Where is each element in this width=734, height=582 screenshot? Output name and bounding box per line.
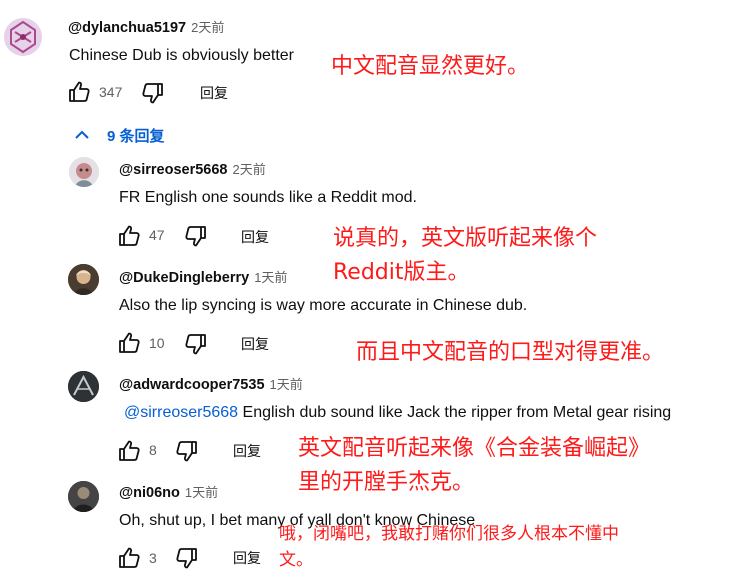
annotation-line: 文。: [279, 550, 313, 570]
comment-time[interactable]: 1天前: [185, 485, 218, 500]
comment-author[interactable]: @adwardcooper7535 1天前: [119, 374, 303, 393]
author-handle[interactable]: @sirreoser5668: [119, 162, 227, 178]
like-count: 3: [149, 550, 157, 566]
annotation-translation: 哦，闭嘴吧，我敢打赌你们很多人根本不懂中 文。: [279, 521, 619, 573]
author-handle[interactable]: @dylanchua5197: [68, 20, 186, 36]
thumbs-down-icon[interactable]: [141, 81, 165, 105]
avatar-pattern-icon: [4, 18, 42, 56]
thumbs-down-icon[interactable]: [184, 332, 208, 356]
thumbs-up-icon[interactable]: [117, 439, 141, 463]
annotation-translation: 而且中文配音的口型对得更准。: [356, 340, 665, 365]
thumbs-up-icon[interactable]: [117, 224, 141, 248]
replies-toggle-label[interactable]: 9 条回复: [107, 125, 165, 146]
author-handle[interactable]: @DukeDingleberry: [119, 270, 249, 286]
comment-time[interactable]: 1天前: [254, 270, 287, 285]
thumbs-down-icon[interactable]: [175, 546, 199, 570]
reply-button[interactable]: 回复: [241, 334, 269, 354]
mention-link[interactable]: @sirreoser5668: [124, 404, 238, 421]
thumbs-up-icon[interactable]: [117, 331, 141, 355]
author-handle[interactable]: @adwardcooper7535: [119, 377, 265, 393]
like-count: 347: [99, 84, 123, 100]
annotation-line: 里的开膛手杰克。: [298, 470, 475, 495]
comment-text: FR English one sounds like a Reddit mod.: [119, 189, 417, 206]
like-count: 47: [149, 227, 165, 243]
comment-author[interactable]: @sirreoser5668 2天前: [119, 159, 266, 178]
comment-body: English dub sound like Jack the ripper f…: [238, 404, 672, 421]
annotation-line: 说真的，英文版听起来像个: [333, 226, 598, 251]
chevron-up-icon: [75, 130, 89, 139]
thumbs-down-icon[interactable]: [184, 224, 208, 248]
reply-button[interactable]: 回复: [233, 548, 261, 568]
reply-button[interactable]: 回复: [241, 227, 269, 247]
avatar-logo-icon: [68, 371, 99, 402]
annotation-line: Reddit版主。: [333, 260, 470, 285]
avatar[interactable]: [68, 481, 99, 512]
comment-text: Also the lip syncing is way more accurat…: [119, 297, 528, 314]
like-count: 8: [149, 442, 157, 458]
avatar[interactable]: [68, 264, 99, 295]
comment-author[interactable]: @dylanchua5197 2天前: [68, 17, 224, 36]
avatar-character-icon: [69, 157, 99, 187]
avatar-portrait-icon: [68, 264, 99, 295]
annotation-translation: 说真的，英文版听起来像个 Reddit版主。: [333, 222, 597, 290]
comment-text: Chinese Dub is obviously better: [69, 47, 295, 64]
avatar[interactable]: [69, 157, 99, 187]
avatar[interactable]: [4, 18, 42, 56]
annotation-line: 哦，闭嘴吧，我敢打赌你们很多人根本不懂中: [279, 524, 619, 544]
annotation-translation: 中文配音显然更好。: [331, 54, 530, 79]
comment-time[interactable]: 1天前: [270, 377, 303, 392]
avatar[interactable]: [68, 371, 99, 402]
comment-author[interactable]: @DukeDingleberry 1天前: [119, 267, 287, 286]
thumbs-down-icon[interactable]: [175, 439, 199, 463]
comment-time[interactable]: 2天前: [232, 162, 265, 177]
annotation-line: 英文配音听起来像《合金装备崛起》: [298, 436, 651, 461]
reply-button[interactable]: 回复: [233, 441, 261, 461]
comment-time[interactable]: 2天前: [191, 20, 224, 35]
comment-author[interactable]: @ni06no 1天前: [119, 482, 218, 501]
reply-button[interactable]: 回复: [200, 83, 228, 103]
thumbs-up-icon[interactable]: [67, 80, 91, 104]
like-count: 10: [149, 335, 165, 351]
author-handle[interactable]: @ni06no: [119, 485, 180, 501]
avatar-photo-icon: [68, 481, 99, 512]
thumbs-up-icon[interactable]: [117, 546, 141, 570]
comment-text: @sirreoser5668 English dub sound like Ja…: [124, 404, 671, 422]
annotation-translation: 英文配音听起来像《合金装备崛起》 里的开膛手杰克。: [298, 432, 650, 500]
